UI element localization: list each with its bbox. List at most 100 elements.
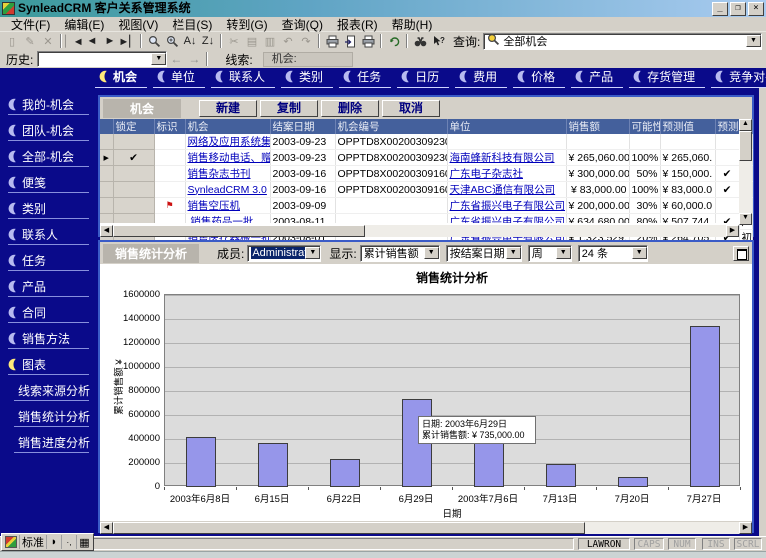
column-header-probability[interactable]: 可能性 [629, 119, 660, 134]
column-header-unit[interactable]: 单位 [447, 119, 566, 134]
menu-item-query[interactable]: 查询(Q) [275, 16, 330, 33]
menu-item-goto[interactable]: 转到(G) [219, 16, 274, 33]
tab-inventory[interactable]: 存货管理 [629, 67, 705, 88]
sidebar-item-chart[interactable]: 图表 [8, 356, 89, 375]
grid-scroll-right-icon[interactable]: ▶ [726, 225, 739, 237]
sidebar-item-sales-statistics-analysis[interactable]: 销售统计分析 [14, 408, 89, 427]
sidebar-item-team-opportunity[interactable]: 团队-机会 [8, 122, 89, 141]
column-header-predict[interactable]: 预测 [715, 119, 739, 134]
sidebar-item-my-opportunity[interactable]: 我的-机会 [8, 96, 89, 115]
context-help-icon[interactable]: ? [429, 33, 447, 49]
unit-link[interactable]: 天津ABC通信有限公司 [447, 182, 566, 198]
menu-item-edit[interactable]: 编辑(E) [57, 16, 111, 33]
edit-record-icon[interactable]: ✎ [21, 33, 39, 49]
menu-item-help[interactable]: 帮助(H) [385, 16, 440, 33]
column-header-amount[interactable]: 销售额 [566, 119, 629, 134]
ime-logo-icon[interactable] [3, 535, 20, 549]
tab-unit[interactable]: 单位 [153, 67, 205, 88]
ime-fullwidth-icon[interactable]: ◗ [47, 535, 62, 549]
chart-hscrollbar[interactable] [113, 522, 739, 534]
sidebar-item-category[interactable]: 类别 [8, 200, 89, 219]
history-forward-icon[interactable]: → [185, 52, 203, 67]
binoculars-icon[interactable] [411, 33, 429, 49]
grid-hscroll-thumb[interactable] [113, 225, 365, 237]
sidebar-item-contract[interactable]: 合同 [8, 304, 89, 323]
restore-button[interactable]: ❐ [730, 2, 746, 16]
sidebar-item-task[interactable]: 任务 [8, 252, 89, 271]
tab-category[interactable]: 类别 [281, 67, 333, 88]
opportunity-link[interactable]: 销售杂志书刊 [185, 166, 270, 182]
tab-contacts[interactable]: 联系人 [211, 67, 275, 88]
tab-expense[interactable]: 费用 [455, 67, 507, 88]
undo-icon[interactable]: ↶ [279, 33, 297, 49]
column-header-lock[interactable]: 锁定 [113, 119, 154, 134]
chevron-down-icon[interactable]: ▼ [632, 247, 647, 259]
sidebar-item-sales-progress-analysis[interactable]: 销售进度分析 [14, 434, 89, 453]
table-row[interactable]: 网络及应用系统集成2003-09-23OPPTD8X0020030923001 [100, 134, 752, 150]
grid-scroll-left-icon[interactable]: ◀ [100, 225, 113, 237]
bar-6月22日[interactable] [330, 459, 360, 487]
bar-7月13日[interactable] [546, 464, 576, 487]
copy-button[interactable]: 复制 [260, 100, 318, 117]
history-back-icon[interactable]: ← [167, 52, 185, 67]
export-icon[interactable] [341, 33, 359, 49]
sidebar-item-sales-method[interactable]: 销售方法 [8, 330, 89, 349]
column-header-close_date[interactable]: 结案日期 [270, 119, 335, 134]
table-row[interactable]: ⚑销售空压机2003-09-09广东省振兴电子有限公司¥ 200,000.003… [100, 198, 752, 214]
next-record-icon[interactable]: ► [101, 33, 119, 49]
maximize-panel-button[interactable] [733, 246, 749, 261]
paste-icon[interactable]: ▥ [261, 33, 279, 49]
unit-link[interactable]: 广东电子杂志社 [447, 166, 566, 182]
menu-item-report[interactable]: 报表(R) [330, 16, 385, 33]
chevron-down-icon[interactable]: ▼ [746, 35, 761, 47]
bar-6月15日[interactable] [258, 443, 288, 487]
column-header-indicator[interactable] [100, 119, 113, 134]
tab-calendar[interactable]: 日历 [397, 67, 449, 88]
grid-vscroll-thumb[interactable] [739, 131, 752, 161]
bar-7月27日[interactable] [690, 326, 720, 487]
bar-2003年7月6日[interactable] [474, 437, 504, 487]
redo-icon[interactable]: ↷ [297, 33, 315, 49]
refresh-icon[interactable] [385, 33, 403, 49]
new-record-icon[interactable]: ▯ [3, 33, 21, 49]
opportunity-link[interactable]: SynleadCRM 3.0 [185, 182, 270, 198]
chevron-down-icon[interactable]: ▼ [424, 247, 439, 259]
print-preview-icon[interactable] [359, 33, 377, 49]
sort-ascending-icon[interactable]: A↓ [181, 33, 199, 49]
menu-item-file[interactable]: 文件(F) [4, 16, 57, 33]
opportunity-link[interactable]: 销售空压机 [185, 198, 270, 214]
ime-softkeyboard-icon[interactable]: ▦ [77, 535, 92, 549]
table-row[interactable]: ▶✔销售移动电话、赠送2003-09-23OPPTD8X002003092300… [100, 150, 752, 166]
cut-icon[interactable]: ✂ [225, 33, 243, 49]
grid-hscrollbar[interactable] [113, 225, 726, 237]
column-header-flag[interactable]: 标识 [154, 119, 185, 134]
ime-punctuation-icon[interactable]: ·, [62, 535, 77, 549]
unit-link[interactable]: 广东省振兴电子有限公司 [447, 198, 566, 214]
menu-item-view[interactable]: 视图(V) [111, 16, 165, 33]
period-combobox[interactable]: 周 ▼ [528, 245, 572, 262]
grid-vscrollbar[interactable] [739, 131, 752, 213]
filter-icon[interactable] [163, 33, 181, 49]
chevron-down-icon[interactable]: ▼ [151, 53, 166, 65]
column-header-name[interactable]: 机会 [185, 119, 270, 134]
grid-scroll-up-icon[interactable]: ▲ [739, 119, 752, 131]
opportunity-link[interactable]: 网络及应用系统集成 [185, 134, 270, 150]
ime-mode-button[interactable]: 标准 [20, 535, 47, 549]
sidebar-item-lead-source-analysis[interactable]: 线索来源分析 [14, 382, 89, 401]
table-row[interactable]: 销售杂志书刊2003-09-16OPPTD8X0020030916001广东电子… [100, 166, 752, 182]
menu-item-sections[interactable]: 栏目(S) [165, 16, 219, 33]
tab-price[interactable]: 价格 [513, 67, 565, 88]
display-combobox[interactable]: 累计销售额 ▼ [360, 245, 440, 262]
chart-hscroll-thumb[interactable] [113, 522, 585, 534]
copy-icon[interactable]: ▤ [243, 33, 261, 49]
new-button[interactable]: 新建 [199, 100, 257, 117]
count-combobox[interactable]: 24 条 ▼ [578, 245, 648, 262]
chevron-down-icon[interactable]: ▼ [556, 247, 571, 259]
tab-product[interactable]: 产品 [571, 67, 623, 88]
bar-2003年6月8日[interactable] [186, 437, 216, 487]
close-button[interactable]: × [748, 2, 764, 16]
print-icon[interactable] [323, 33, 341, 49]
sidebar-item-product[interactable]: 产品 [8, 278, 89, 297]
column-header-forecast[interactable]: 预测值 [660, 119, 715, 134]
tab-task[interactable]: 任务 [339, 67, 391, 88]
